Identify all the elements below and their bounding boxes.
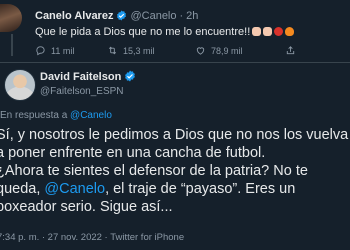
retweet-icon: [108, 46, 117, 55]
tweet-body: Sí, y nosotros le pedimos a Dios que no …: [0, 126, 348, 216]
verified-badge-icon: [116, 10, 127, 24]
heart-icon: [196, 47, 205, 55]
tweet-actions: 11 mil 15,3 mil 78,9 mil: [35, 45, 350, 59]
timestamp[interactable]: 2h: [186, 10, 198, 22]
fire-emoji-icon: [285, 27, 295, 36]
body-line: Sí, y nosotros le pedimos a Dios que no …: [0, 127, 349, 143]
divider: [0, 62, 350, 63]
reply-prefix: En respuesta a: [0, 110, 68, 121]
body-text: , el traje de “payaso”. Eres un: [105, 181, 296, 197]
share-icon: [286, 46, 295, 55]
body-line: a poner enfrente en una cancha de futbol…: [0, 145, 266, 161]
author-name[interactable]: David Faitelson: [40, 71, 121, 83]
like-button[interactable]: 78,9 mil: [195, 45, 243, 56]
tweet-timestamp-footer[interactable]: 7:34 p. m. · 27 nov. 2022 · Twitter for …: [0, 232, 184, 243]
retweet-count: 15,3 mil: [123, 45, 155, 56]
verified-badge-icon: [124, 70, 136, 85]
avatar[interactable]: [4, 69, 36, 101]
separator-dot: ·: [179, 10, 184, 22]
fist-emoji-icon: [263, 27, 273, 36]
share-button[interactable]: [285, 45, 296, 56]
reply-icon: [36, 46, 45, 56]
tweet-canelo[interactable]: Canelo Alvarez @Canelo · 2h Que le pida a D…: [0, 0, 350, 58]
body-text: queda,: [0, 181, 45, 197]
reply-mention-link[interactable]: @Canelo: [70, 110, 112, 121]
body-line: ¿Ahora te sientes el defensor de la patr…: [0, 163, 308, 179]
like-count: 78,9 mil: [211, 45, 243, 56]
reply-count: 11 mil: [51, 45, 75, 56]
avatar[interactable]: [0, 4, 22, 32]
reply-button[interactable]: 11 mil: [35, 45, 74, 56]
angry-face-emoji-icon: [274, 27, 284, 36]
mention-link[interactable]: @Canelo: [44, 181, 105, 197]
body-line: queda, @Canelo, el traje de “payaso”. Er…: [0, 180, 348, 198]
tweet-header: Canelo Alvarez @Canelo · 2h: [35, 10, 198, 24]
body-line: boxeador serio. Sigue así...: [0, 199, 173, 215]
tweet-text: Que le pida a Dios que no me lo encuentr…: [35, 26, 295, 38]
author-name[interactable]: Canelo Alvarez: [35, 10, 113, 22]
author-handle[interactable]: @Canelo: [130, 10, 176, 22]
reply-context: En respuesta a @Canelo: [0, 110, 112, 121]
retweet-button[interactable]: 15,3 mil: [107, 45, 155, 56]
fist-emoji-icon: [252, 27, 262, 36]
author-name-row: David Faitelson: [40, 70, 136, 85]
author-handle[interactable]: @Faitelson_ESPN: [40, 86, 124, 97]
thread-line: [11, 34, 13, 56]
tweet-text-content: Que le pida a Dios que no me lo encuentr…: [35, 26, 251, 38]
